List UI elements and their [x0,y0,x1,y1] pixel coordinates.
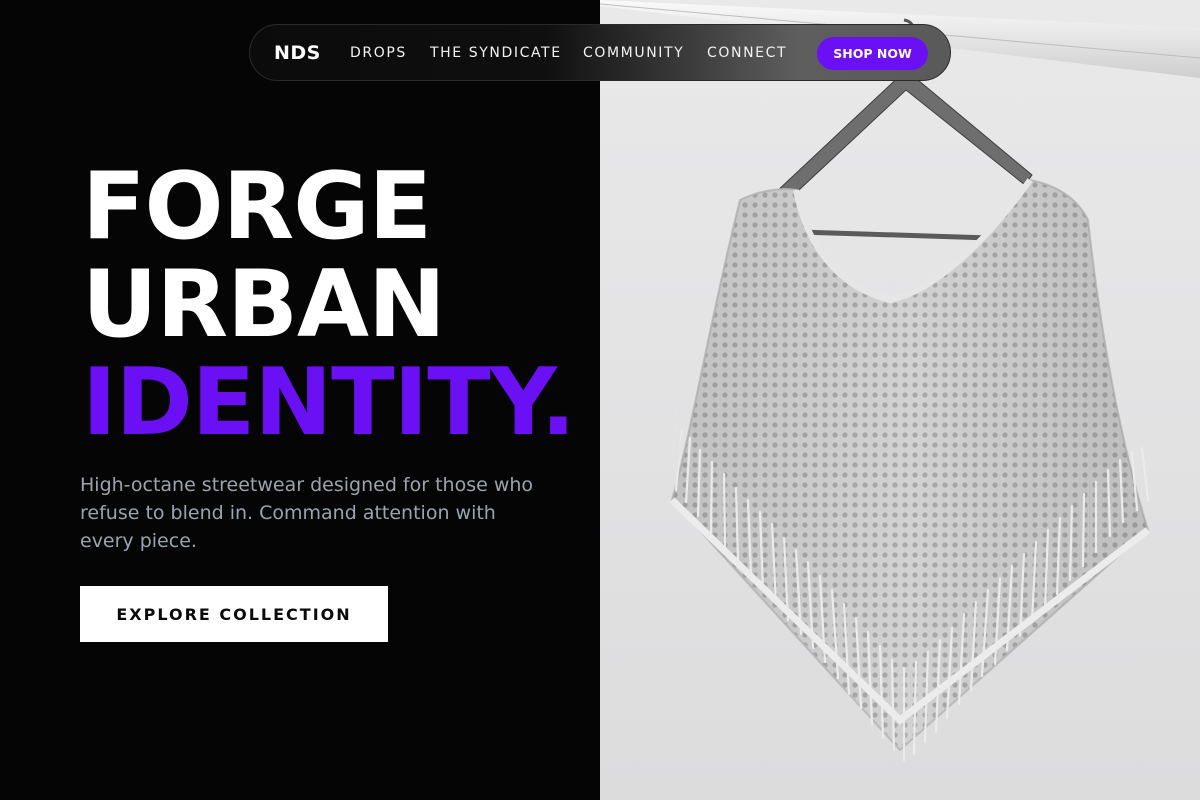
explore-collection-button[interactable]: EXPLORE COLLECTION [80,586,388,642]
hero-headline-line-2: URBAN [82,250,446,358]
nav-link-drops[interactable]: DROPS [350,45,407,61]
top-navigation: NDS DROPS THE SYNDICATE COMMUNITY CONNEC… [249,24,951,81]
hero-image-panel [600,0,1200,800]
page: NDS DROPS THE SYNDICATE COMMUNITY CONNEC… [0,0,1200,800]
nav-link-community[interactable]: COMMUNITY [583,45,684,61]
nav-link-the-syndicate[interactable]: THE SYNDICATE [430,45,562,61]
poncho-product-image [600,0,1200,762]
poncho [669,178,1151,762]
shop-now-button[interactable]: SHOP NOW [817,37,928,70]
brand-logo[interactable]: NDS [274,42,321,64]
hero-headline-line-3: IDENTITY. [82,348,576,456]
hero-subtitle: High-octane streetwear designed for thos… [80,474,534,552]
nav-link-connect[interactable]: CONNECT [707,45,787,61]
hero-headline-line-1: FORGE [82,152,432,260]
